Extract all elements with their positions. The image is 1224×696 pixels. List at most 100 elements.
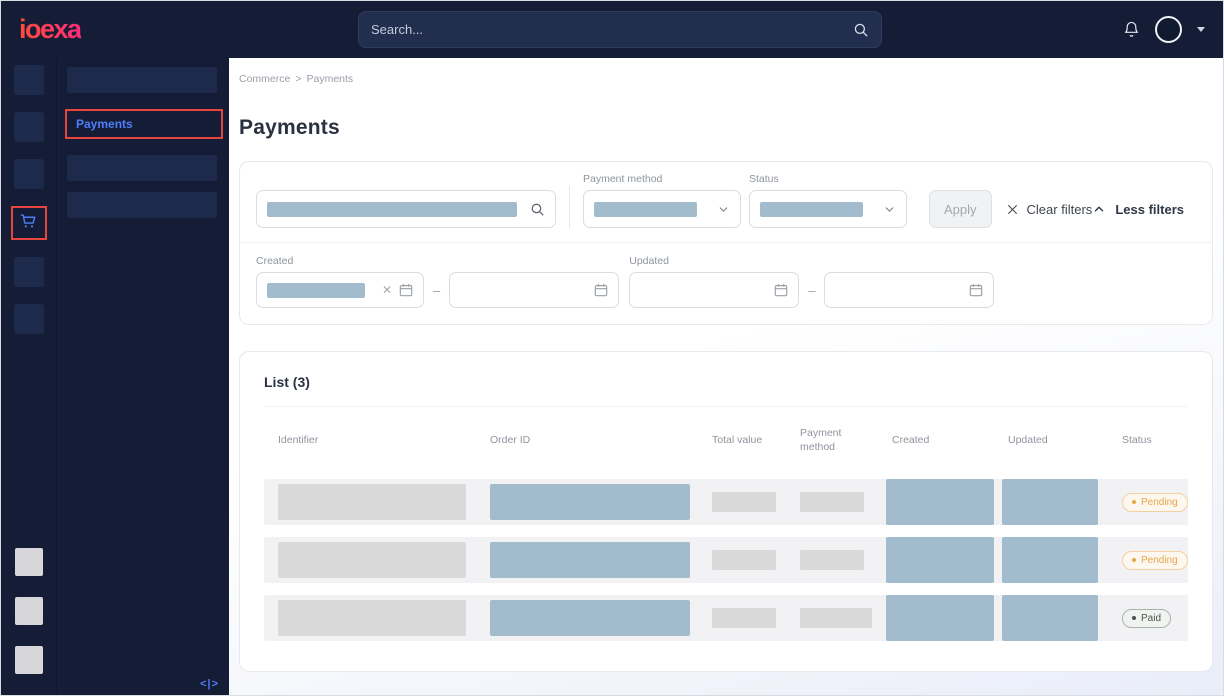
- redacted-cell: [278, 542, 466, 578]
- chevron-down-icon[interactable]: [1197, 27, 1205, 32]
- updated-range-field: Updated –: [629, 255, 994, 308]
- rail-item-placeholder[interactable]: [14, 65, 44, 95]
- updated-label: Updated: [629, 255, 994, 267]
- less-filters-toggle[interactable]: Less filters: [1092, 190, 1184, 228]
- created-from-input[interactable]: ✕: [256, 272, 424, 308]
- filters-row-1: Payment method Status: [240, 162, 1212, 242]
- app-body: Payments <|> Commerce > Payments Payment…: [1, 58, 1223, 695]
- calendar-icon[interactable]: [969, 283, 983, 297]
- column-header: Identifier: [264, 420, 476, 460]
- redacted-text: [267, 283, 365, 298]
- clear-filters-button[interactable]: Clear filters: [1006, 190, 1093, 228]
- column-header: Order ID: [476, 420, 698, 460]
- filter-search-input[interactable]: [256, 190, 556, 228]
- rail-item-placeholder[interactable]: [14, 112, 44, 142]
- breadcrumb: Commerce > Payments: [239, 73, 1213, 85]
- bell-icon[interactable]: [1123, 20, 1140, 39]
- redacted-cell: [886, 537, 994, 583]
- redacted-text: [267, 202, 517, 217]
- topbar-actions: [1123, 16, 1205, 43]
- subnav-item-placeholder[interactable]: [67, 67, 217, 93]
- range-separator: –: [433, 283, 440, 298]
- redacted-cell: [712, 550, 776, 570]
- clear-date-icon[interactable]: ✕: [382, 284, 392, 296]
- table-row[interactable]: Pending: [264, 537, 1188, 583]
- apply-button[interactable]: Apply: [929, 190, 992, 228]
- table-row[interactable]: Pending: [264, 479, 1188, 525]
- rail-item-commerce[interactable]: [11, 206, 47, 240]
- status-label: Pending: [1141, 555, 1178, 566]
- status-badge: Pending: [1122, 551, 1188, 570]
- search-icon: [853, 22, 869, 38]
- list-title: List (3): [264, 368, 1188, 407]
- icon-rail: [1, 58, 56, 695]
- redacted-cell: [800, 492, 864, 512]
- page-title: Payments: [239, 116, 1213, 140]
- app-window: ioexa: [0, 0, 1224, 696]
- chevron-down-icon: [883, 203, 896, 216]
- updated-from-input[interactable]: [629, 272, 799, 308]
- filters-panel: Payment method Status: [239, 161, 1213, 325]
- avatar[interactable]: [1155, 16, 1182, 43]
- rail-item-placeholder[interactable]: [14, 159, 44, 189]
- subnav-item-payments[interactable]: Payments: [65, 109, 223, 139]
- updated-to-input[interactable]: [824, 272, 994, 308]
- status-dot: [1132, 616, 1136, 620]
- rail-item-placeholder[interactable]: [15, 646, 43, 674]
- close-icon: [1006, 203, 1019, 216]
- payment-method-label: Payment method: [583, 173, 741, 185]
- calendar-icon[interactable]: [594, 283, 608, 297]
- payment-method-select[interactable]: [583, 190, 741, 228]
- status-label: Paid: [1141, 613, 1161, 624]
- status-label: Pending: [1141, 497, 1178, 508]
- redacted-cell: [712, 492, 776, 512]
- redacted-cell: [490, 542, 690, 578]
- search-input[interactable]: [371, 22, 853, 37]
- chevron-up-icon: [1092, 202, 1106, 216]
- status-dot: [1132, 558, 1136, 562]
- column-header: Total value: [698, 420, 786, 460]
- global-search[interactable]: [358, 11, 882, 48]
- calendar-icon[interactable]: [399, 283, 413, 297]
- topbar: ioexa: [1, 1, 1223, 58]
- breadcrumb-commerce[interactable]: Commerce: [239, 73, 290, 85]
- table-header: Identifier Order ID Total value Payment …: [264, 413, 1188, 467]
- vertical-divider: [569, 186, 570, 228]
- subnav-item-placeholder[interactable]: [67, 155, 217, 181]
- clear-filters-label: Clear filters: [1027, 202, 1093, 217]
- redacted-cell: [490, 484, 690, 520]
- search-icon: [530, 202, 545, 217]
- column-header: Created: [878, 420, 994, 460]
- chevron-down-icon: [717, 203, 730, 216]
- redacted-cell: [278, 600, 466, 636]
- calendar-icon[interactable]: [774, 283, 788, 297]
- payment-method-field: Payment method: [583, 173, 741, 228]
- redacted-cell: [800, 608, 872, 628]
- status-field: Status: [749, 173, 907, 228]
- table-row[interactable]: Paid: [264, 595, 1188, 641]
- created-to-input[interactable]: [449, 272, 619, 308]
- filters-row-2: Created ✕ –: [240, 242, 1212, 324]
- redacted-cell: [1002, 537, 1098, 583]
- status-label: Status: [749, 173, 907, 185]
- status-dot: [1132, 500, 1136, 504]
- rail-item-placeholder[interactable]: [14, 257, 44, 287]
- redacted-cell: [490, 600, 690, 636]
- rail-item-placeholder[interactable]: [15, 597, 43, 625]
- column-header: Status: [1108, 420, 1188, 460]
- list-panel: List (3) Identifier Order ID Total value…: [239, 351, 1213, 672]
- sidebar-collapse-icon[interactable]: <|>: [200, 678, 219, 690]
- rail-item-placeholder[interactable]: [15, 548, 43, 576]
- breadcrumb-payments: Payments: [306, 73, 353, 85]
- column-header: Updated: [994, 420, 1108, 460]
- breadcrumb-separator: >: [295, 73, 301, 85]
- rail-item-placeholder[interactable]: [14, 304, 44, 334]
- redacted-cell: [712, 608, 776, 628]
- range-separator: –: [808, 283, 815, 298]
- status-select[interactable]: [749, 190, 907, 228]
- redacted-cell: [886, 595, 994, 641]
- subnav-item-placeholder[interactable]: [67, 192, 217, 218]
- logo[interactable]: ioexa: [19, 14, 81, 45]
- secondary-sidebar: Payments <|>: [56, 58, 229, 695]
- redacted-text: [594, 202, 697, 217]
